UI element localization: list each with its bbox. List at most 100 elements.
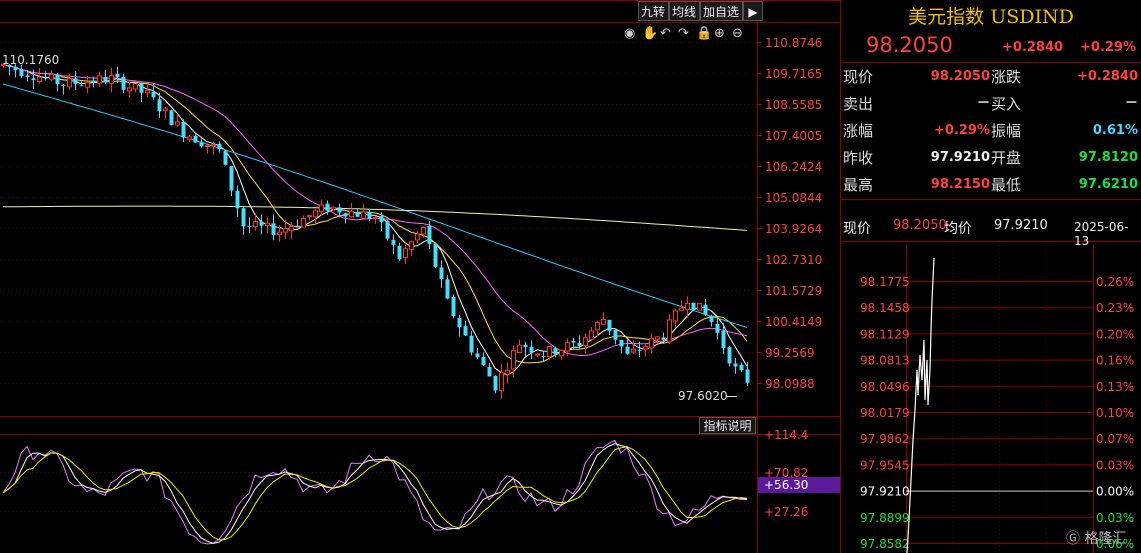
candle[interactable] [229, 165, 234, 197]
candle[interactable] [709, 314, 714, 327]
quote-label: 昨收 [843, 149, 874, 167]
candle[interactable] [649, 333, 654, 354]
candle[interactable] [667, 314, 672, 345]
candle[interactable] [115, 66, 120, 84]
candle[interactable] [439, 260, 444, 288]
candle[interactable] [505, 362, 510, 384]
candle[interactable] [313, 208, 318, 224]
candle[interactable] [499, 363, 504, 399]
candle[interactable] [103, 69, 108, 84]
candle[interactable] [145, 84, 150, 98]
candle[interactable] [301, 215, 306, 228]
candle[interactable] [391, 234, 396, 254]
candle[interactable] [73, 71, 78, 90]
candle[interactable] [601, 312, 606, 325]
price-axis-tick: 99.2569 [765, 346, 815, 360]
candle[interactable] [373, 215, 378, 224]
candle[interactable] [733, 357, 738, 374]
candle[interactable] [109, 67, 114, 93]
candle[interactable] [181, 119, 186, 143]
intraday-price-tick: 97.8899 [860, 511, 910, 525]
candle[interactable] [703, 298, 708, 316]
zoom-out-icon[interactable]: ⊖ [732, 26, 743, 41]
candle[interactable] [493, 375, 498, 394]
candle[interactable] [403, 241, 408, 265]
candle[interactable] [673, 308, 678, 328]
intraday-price-tick: 98.0813 [860, 354, 910, 368]
collapse-panel-button[interactable]: ▶ [743, 1, 763, 21]
nine-turn-button[interactable]: 九转 [638, 1, 669, 21]
candle[interactable] [433, 242, 438, 269]
candle[interactable] [217, 141, 222, 153]
candle[interactable] [121, 73, 126, 94]
indicator-k-line [2, 439, 748, 545]
candle[interactable] [397, 242, 402, 261]
hand-icon[interactable]: ✋ [642, 25, 658, 41]
eye-icon[interactable]: ◉ [624, 26, 635, 41]
candle[interactable] [535, 352, 540, 358]
candle[interactable] [85, 76, 90, 94]
add-watchlist-button[interactable]: 加自选 [700, 1, 743, 21]
candle[interactable] [319, 199, 324, 216]
candle[interactable] [355, 208, 360, 218]
candle[interactable] [523, 341, 528, 357]
candle[interactable] [619, 339, 624, 354]
candle[interactable] [697, 303, 702, 311]
candle[interactable] [235, 185, 240, 217]
candle[interactable] [739, 362, 744, 372]
candle[interactable] [199, 138, 204, 148]
candle[interactable] [463, 321, 468, 337]
candle[interactable] [589, 327, 594, 342]
candle[interactable] [715, 317, 720, 340]
zoom-in-icon[interactable]: ⊕ [714, 26, 725, 41]
candle[interactable] [133, 83, 138, 93]
candle[interactable] [385, 220, 390, 241]
candle[interactable] [529, 340, 534, 360]
intraday-pct-tick: 0.03% [1096, 458, 1134, 472]
candle[interactable] [481, 352, 486, 366]
candle[interactable] [445, 275, 450, 300]
candle[interactable] [295, 219, 300, 228]
candle[interactable] [613, 329, 618, 345]
candle[interactable] [43, 71, 48, 81]
candle[interactable] [223, 150, 228, 166]
candle[interactable] [259, 214, 264, 235]
indicator-explain-button[interactable]: 指标说明 [699, 417, 756, 434]
candle[interactable] [61, 84, 66, 95]
candle[interactable] [205, 145, 210, 154]
candle[interactable] [361, 204, 366, 219]
candle[interactable] [265, 217, 270, 234]
candle[interactable] [163, 106, 168, 119]
candle[interactable] [487, 362, 492, 377]
candle[interactable] [139, 82, 144, 102]
candle[interactable] [169, 109, 174, 126]
candle[interactable] [457, 314, 462, 337]
candle[interactable] [583, 333, 588, 354]
candle[interactable] [469, 331, 474, 356]
candle[interactable] [409, 240, 414, 257]
candle[interactable] [49, 70, 54, 82]
candle[interactable] [241, 207, 246, 235]
lock-icon[interactable]: 🔒 [696, 26, 712, 41]
undo-icon[interactable]: ↶ [660, 26, 671, 41]
candle[interactable] [247, 217, 252, 233]
candle[interactable] [415, 231, 420, 244]
candle[interactable] [349, 203, 354, 218]
candle[interactable] [559, 349, 564, 360]
candle[interactable] [451, 294, 456, 319]
candle[interactable] [643, 343, 648, 357]
candle[interactable] [55, 72, 60, 92]
candle[interactable] [607, 319, 612, 336]
moving-average-button[interactable]: 均线 [669, 1, 700, 21]
candle[interactable] [271, 214, 276, 241]
candle[interactable] [253, 213, 258, 231]
candle[interactable] [127, 81, 132, 98]
intraday-price-tick: 98.1129 [860, 327, 910, 341]
redo-icon[interactable]: ↷ [678, 26, 690, 41]
candle[interactable] [97, 71, 102, 88]
candle[interactable] [727, 345, 732, 367]
candle[interactable] [517, 339, 522, 354]
candle[interactable] [625, 339, 630, 355]
candle[interactable] [475, 348, 480, 360]
candle[interactable] [307, 215, 312, 221]
